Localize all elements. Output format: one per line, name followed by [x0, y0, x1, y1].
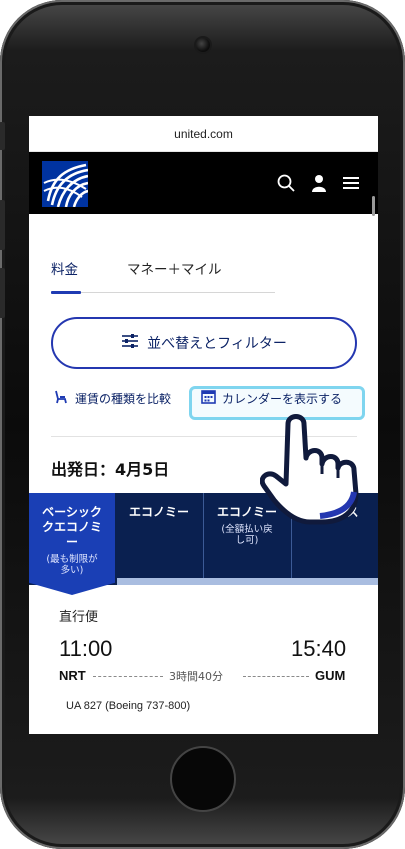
site-header	[29, 152, 378, 214]
compare-fares-link[interactable]: 運賃の種類を比較	[53, 389, 171, 408]
front-camera	[196, 38, 210, 52]
home-button[interactable]	[170, 746, 236, 812]
departure-date-heading: 出発日：4月5日	[51, 460, 170, 479]
url-text: united.com	[174, 126, 233, 141]
route-line-left	[93, 676, 163, 677]
pointing-hand-icon	[259, 408, 380, 526]
globe-logo[interactable]	[42, 161, 89, 208]
menu-icon[interactable]	[342, 174, 360, 192]
volume-down-button	[0, 268, 5, 318]
active-tab-indicator	[51, 291, 81, 294]
tab-money-miles[interactable]: マネー＋マイル	[127, 258, 222, 278]
fare-strip-bottom-bar	[117, 578, 378, 585]
seat-icon	[53, 389, 69, 408]
search-icon[interactable]	[277, 174, 295, 192]
browser-url-bar[interactable]: united.com	[29, 116, 378, 152]
account-icon[interactable]	[310, 174, 328, 192]
flight-type-label: 直行便	[59, 610, 99, 625]
origin-airport: NRT	[59, 668, 86, 683]
arrive-time: 15:40	[291, 636, 347, 661]
tab-divider	[51, 292, 275, 293]
fare-tabs: 料金 マネー＋マイル	[51, 258, 277, 294]
depart-time: 11:00	[59, 636, 113, 661]
destination-airport: GUM	[315, 668, 346, 683]
volume-up-button	[0, 200, 5, 250]
flight-number: UA 827 (Boeing 737-800)	[66, 700, 191, 712]
calendar-icon	[201, 389, 216, 407]
route-line-right	[243, 676, 309, 677]
fare-column-basic-economy[interactable]: ベーシッククエコノミー (最も制限が多い)	[29, 493, 115, 595]
sort-filter-button[interactable]: 並べ替えとフィルター	[51, 317, 357, 369]
flight-duration: 3時間40分	[169, 670, 223, 683]
phone-frame: united.com 料金 マネー＋マイル 並べ替えとフィルター 運賃の種類を比…	[0, 0, 405, 849]
fare-separator	[203, 493, 204, 585]
mute-switch	[0, 122, 5, 150]
sort-filter-label: 並べ替えとフィルター	[147, 336, 287, 352]
page-scrollbar[interactable]	[372, 196, 375, 216]
sliders-icon	[121, 333, 139, 353]
compare-fares-label: 運賃の種類を比較	[75, 392, 172, 406]
show-calendar-link[interactable]: カレンダーを表示する	[201, 389, 342, 407]
tab-fare[interactable]: 料金	[51, 258, 78, 278]
show-calendar-label: カレンダーを表示する	[222, 391, 343, 406]
fare-column-economy[interactable]: エコノミー	[115, 493, 203, 585]
